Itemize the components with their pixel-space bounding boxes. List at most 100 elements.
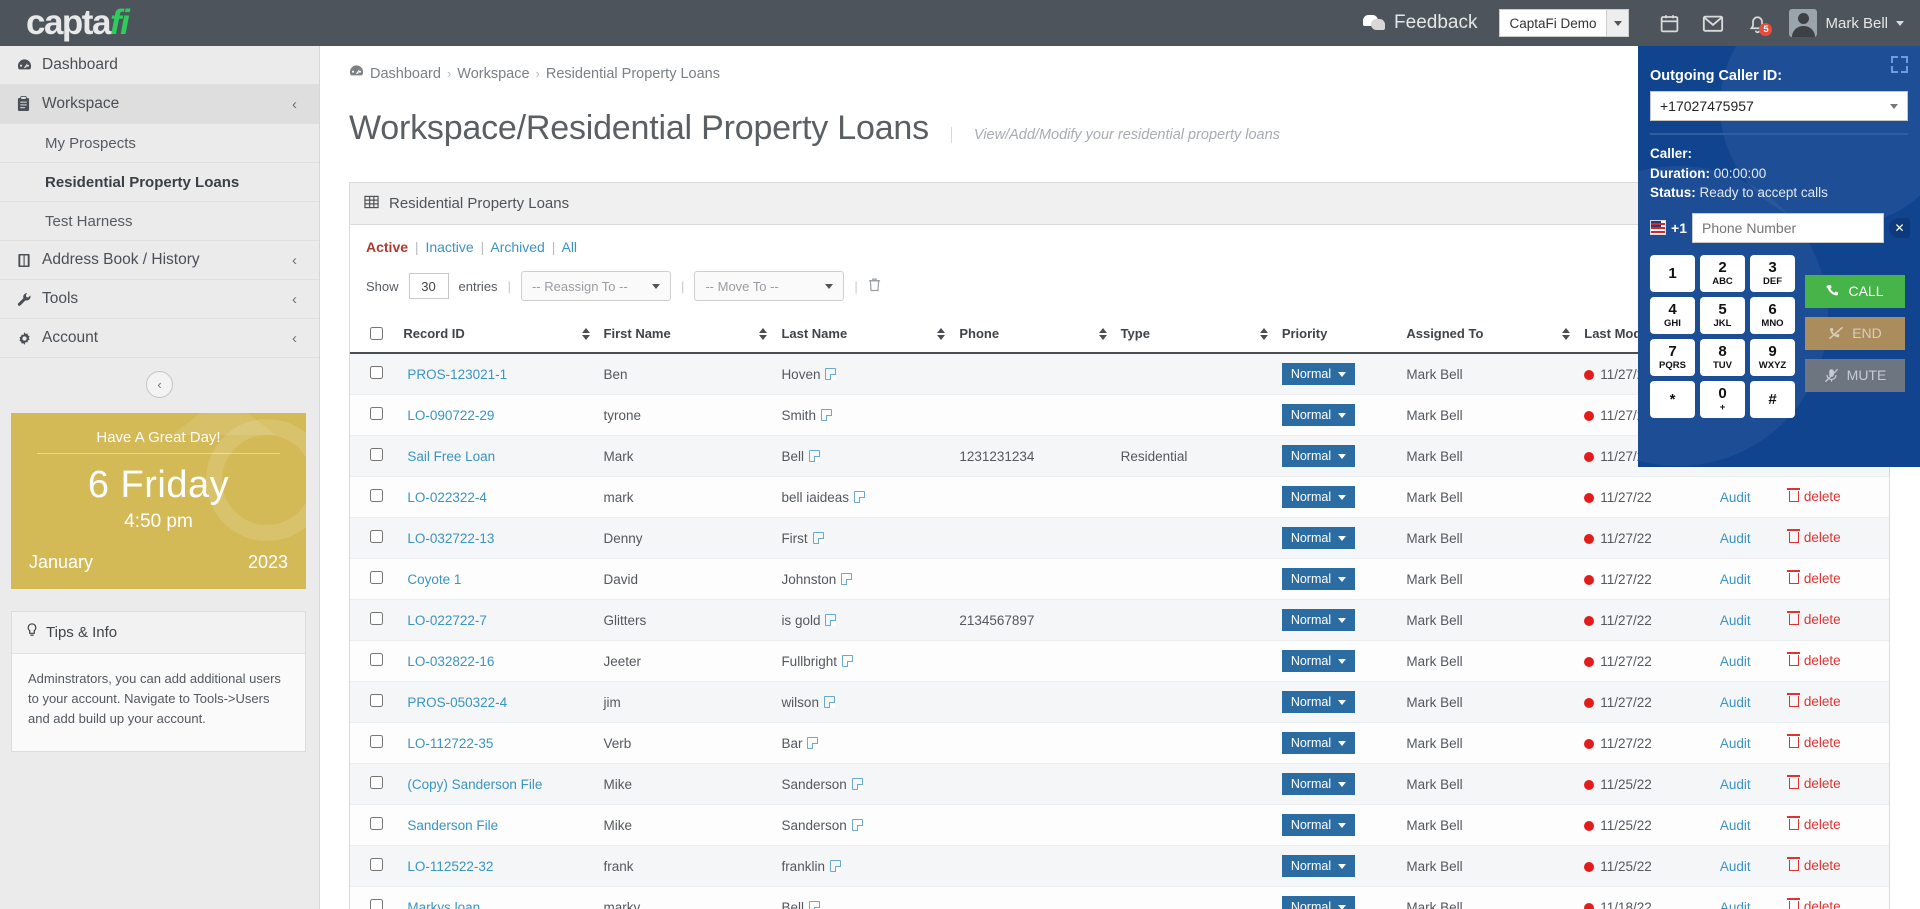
record-id-link[interactable]: LO-112522-32 <box>407 859 493 874</box>
audit-link[interactable]: Audit <box>1720 900 1751 909</box>
dialpad-key-9[interactable]: 9 WXYZ <box>1750 338 1795 376</box>
delete-link[interactable]: delete <box>1787 898 1841 909</box>
audit-link[interactable]: Audit <box>1720 818 1751 833</box>
priority-dropdown[interactable]: Normal <box>1281 445 1356 467</box>
sidebar-item-account[interactable]: Account ‹ <box>0 319 319 358</box>
note-icon[interactable] <box>851 818 863 831</box>
dialpad-key-7[interactable]: 7 PQRS <box>1650 338 1695 376</box>
note-icon[interactable] <box>841 654 853 667</box>
record-id-link[interactable]: LO-090722-29 <box>407 408 494 423</box>
priority-dropdown[interactable]: Normal <box>1281 527 1356 549</box>
tab-active[interactable]: Active <box>366 239 408 255</box>
dialpad-key-6[interactable]: 6 MNO <box>1750 296 1795 334</box>
sidebar-collapse-button[interactable]: ‹ <box>146 370 173 398</box>
row-checkbox[interactable] <box>370 489 384 502</box>
delete-link[interactable]: delete <box>1787 611 1841 627</box>
row-checkbox[interactable] <box>370 817 384 830</box>
delete-link[interactable]: delete <box>1787 734 1841 750</box>
note-icon[interactable] <box>841 572 853 585</box>
dialpad-key-5[interactable]: 5 JKL <box>1700 296 1745 334</box>
sort-toggle-icon[interactable] <box>1098 327 1107 340</box>
priority-dropdown[interactable]: Normal <box>1281 568 1356 590</box>
record-id-link[interactable]: PROS-050322-4 <box>407 695 507 710</box>
note-icon[interactable] <box>851 777 863 790</box>
priority-dropdown[interactable]: Normal <box>1281 363 1356 385</box>
delete-link[interactable]: delete <box>1787 775 1841 791</box>
breadcrumb-item-dashboard[interactable]: Dashboard <box>370 66 441 82</box>
breadcrumb-item-workspace[interactable]: Workspace <box>457 66 529 82</box>
sort-toggle-icon[interactable] <box>1562 327 1571 340</box>
sidebar-item-tools[interactable]: Tools ‹ <box>0 280 319 319</box>
record-id-link[interactable]: Coyote 1 <box>407 572 461 587</box>
reassign-to-select[interactable]: -- Reassign To -- <box>520 271 671 301</box>
sort-toggle-icon[interactable] <box>937 327 946 340</box>
delete-link[interactable]: delete <box>1787 816 1841 832</box>
row-checkbox[interactable] <box>370 776 384 789</box>
select-all-checkbox[interactable] <box>370 327 384 340</box>
row-checkbox[interactable] <box>370 694 384 707</box>
record-id-link[interactable]: Sanderson File <box>407 818 498 833</box>
tab-inactive[interactable]: Inactive <box>425 239 473 255</box>
backspace-button[interactable]: ✕ <box>1888 217 1910 238</box>
record-id-link[interactable]: Sail Free Loan <box>407 449 495 464</box>
record-id-link[interactable]: LO-022322-4 <box>407 490 487 505</box>
note-icon[interactable] <box>820 408 832 421</box>
sidebar-item-residential-property-loans[interactable]: Residential Property Loans <box>0 163 319 202</box>
column-header-first-name[interactable]: First Name <box>603 315 782 354</box>
bulk-delete-button[interactable] <box>868 277 881 296</box>
note-icon[interactable] <box>829 859 841 872</box>
note-icon[interactable] <box>825 367 837 380</box>
audit-link[interactable]: Audit <box>1720 572 1751 587</box>
column-header-assigned-to[interactable]: Assigned To <box>1406 315 1585 354</box>
sidebar-item-dashboard[interactable]: Dashboard <box>0 46 319 85</box>
outgoing-caller-id-select[interactable]: +17027475957 <box>1650 91 1908 121</box>
sidebar-item-my-prospects[interactable]: My Prospects <box>0 124 319 163</box>
notifications-button[interactable]: 5 <box>1735 0 1779 46</box>
end-call-button[interactable]: END <box>1805 316 1905 350</box>
dialpad-key-0[interactable]: 0 + <box>1700 380 1745 418</box>
note-icon[interactable] <box>807 736 819 749</box>
row-checkbox[interactable] <box>370 448 384 461</box>
priority-dropdown[interactable]: Normal <box>1281 773 1356 795</box>
record-id-link[interactable]: PROS-123021-1 <box>407 367 507 382</box>
table-row[interactable]: LO-022322-4 mark bell iaideas Normal Mark Be… <box>350 476 1889 518</box>
table-row[interactable]: Coyote 1 David Johnston Normal Mark Bell 11/2… <box>350 558 1889 600</box>
audit-link[interactable]: Audit <box>1720 654 1751 669</box>
move-to-select[interactable]: -- Move To -- <box>694 271 845 301</box>
dialpad-key-1[interactable]: 1 <box>1650 254 1695 292</box>
priority-dropdown[interactable]: Normal <box>1281 896 1356 909</box>
row-checkbox[interactable] <box>370 407 384 420</box>
call-button[interactable]: CALL <box>1805 274 1905 308</box>
audit-link[interactable]: Audit <box>1720 613 1751 628</box>
tab-all[interactable]: All <box>561 239 577 255</box>
note-icon[interactable] <box>812 531 824 544</box>
priority-dropdown[interactable]: Normal <box>1281 814 1356 836</box>
sort-toggle-icon[interactable] <box>1259 327 1268 340</box>
sort-toggle-icon[interactable] <box>581 327 590 340</box>
messages-button[interactable] <box>1691 0 1735 46</box>
calendar-button[interactable] <box>1647 0 1691 46</box>
column-header-phone[interactable]: Phone <box>959 315 1121 354</box>
audit-link[interactable]: Audit <box>1720 736 1751 751</box>
delete-link[interactable]: delete <box>1787 488 1841 504</box>
audit-link[interactable]: Audit <box>1720 490 1751 505</box>
brand-logo[interactable]: captafi <box>0 3 320 43</box>
note-icon[interactable] <box>823 695 835 708</box>
sidebar-item-test-harness[interactable]: Test Harness <box>0 202 319 241</box>
table-row[interactable]: LO-112722-35 Verb Bar Normal Mark Bell 11/27/… <box>350 722 1889 764</box>
user-menu[interactable]: Mark Bell <box>1789 9 1904 37</box>
row-checkbox[interactable] <box>370 899 384 909</box>
delete-link[interactable]: delete <box>1787 693 1841 709</box>
audit-link[interactable]: Audit <box>1720 531 1751 546</box>
row-checkbox[interactable] <box>370 571 384 584</box>
table-row[interactable]: LO-022722-7 Glitters is gold 2134567897 Norm… <box>350 599 1889 641</box>
delete-link[interactable]: delete <box>1787 857 1841 873</box>
note-icon[interactable] <box>808 449 820 462</box>
record-id-link[interactable]: LO-022722-7 <box>407 613 487 628</box>
account-switcher-select[interactable]: CaptaFi Demo <box>1499 9 1630 37</box>
delete-link[interactable]: delete <box>1787 529 1841 545</box>
priority-dropdown[interactable]: Normal <box>1281 486 1356 508</box>
table-row[interactable]: LO-032822-16 Jeeter Fullbright Normal Mark B… <box>350 640 1889 682</box>
table-row[interactable]: LO-032722-13 Denny First Normal Mark Bell 11/… <box>350 517 1889 559</box>
delete-link[interactable]: delete <box>1787 570 1841 586</box>
